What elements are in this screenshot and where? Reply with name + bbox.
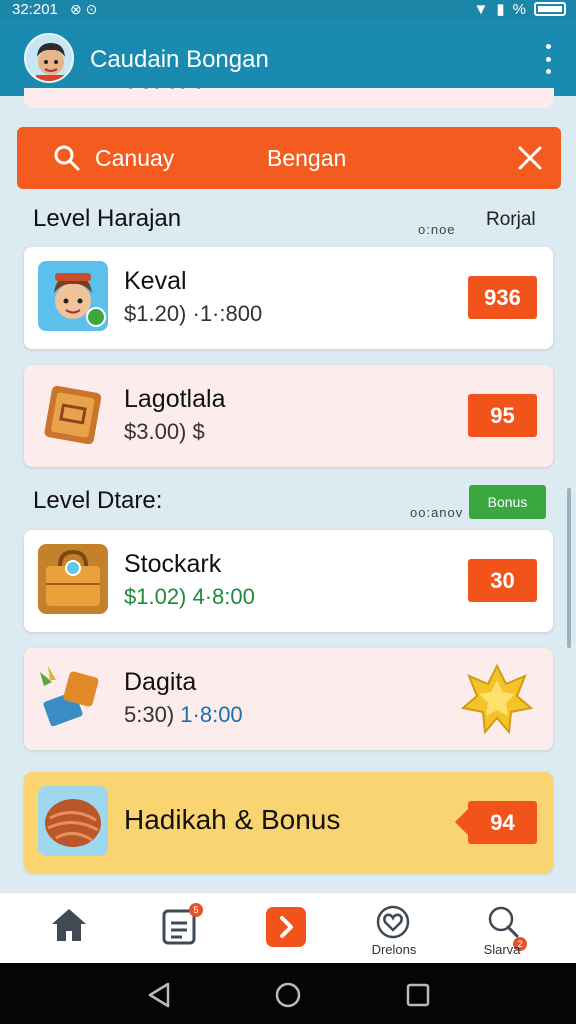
avatar-face-icon bbox=[36, 43, 66, 81]
search-query-secondary[interactable]: Bengan bbox=[267, 145, 346, 172]
item-subtitle: $3.00) $ bbox=[124, 419, 205, 444]
section-title: Level Harajan bbox=[33, 205, 182, 232]
play-icon bbox=[266, 907, 306, 947]
gold-star-icon[interactable] bbox=[461, 662, 533, 734]
status-time: 32:201 bbox=[12, 1, 58, 18]
search-bar[interactable]: Canuay Bengan bbox=[17, 127, 561, 189]
item-subtitle-time: 5:30) bbox=[124, 702, 175, 727]
more-options-icon[interactable] bbox=[540, 44, 556, 74]
bottom-nav: 5 Drelons 2 Slarva bbox=[0, 892, 576, 963]
scrollbar[interactable] bbox=[567, 488, 571, 648]
nav-play[interactable] bbox=[248, 893, 328, 964]
item-name: Hadikah & Bonus bbox=[124, 804, 341, 835]
nav-home[interactable] bbox=[30, 893, 110, 964]
partial-card: ~ ~~ ~~ ~ bbox=[24, 88, 554, 108]
boy-avatar-icon bbox=[38, 261, 108, 331]
section-action[interactable]: Rorjal bbox=[486, 209, 536, 231]
nav-list[interactable]: 5 bbox=[140, 893, 220, 964]
item-subtitle-range: 1·8:00 bbox=[180, 702, 243, 727]
item-name: Stockark bbox=[124, 550, 222, 578]
search-icon bbox=[54, 145, 80, 171]
list-item[interactable]: Keval $1.20) ·1·:800 936 bbox=[24, 247, 553, 349]
bonus-badge[interactable]: Bonus bbox=[469, 485, 546, 519]
app-bar: Caudain Bongan bbox=[0, 20, 576, 96]
search-icon bbox=[488, 906, 519, 938]
nav-search[interactable]: 2 Slarva bbox=[462, 893, 542, 964]
bonus-card[interactable]: Hadikah & Bonus 94 bbox=[24, 772, 553, 873]
nav-search-label: Slarva bbox=[483, 942, 521, 957]
item-subtitle: 5:30) 1·8:00 bbox=[124, 702, 243, 728]
item-name: Dagita bbox=[124, 668, 197, 696]
status-notification-icons: ⊗ ⊙ bbox=[70, 1, 98, 17]
status-right: ▼ ▮ % bbox=[474, 0, 566, 18]
app-title: Caudain Bongan bbox=[90, 46, 269, 73]
back-icon[interactable] bbox=[147, 982, 171, 1008]
price-button[interactable]: 30 bbox=[468, 559, 537, 602]
status-bar: 32:201 ⊗ ⊙ ▼ ▮ % bbox=[0, 0, 576, 20]
home-circle-icon[interactable] bbox=[275, 982, 301, 1008]
battery-percent: % bbox=[512, 0, 526, 18]
wifi-icon: ▼ bbox=[473, 0, 489, 18]
item-name: Keval bbox=[124, 267, 187, 295]
avatar[interactable] bbox=[24, 33, 74, 83]
partial-card-text: ~ ~~ ~~ ~ bbox=[124, 88, 203, 97]
signal-icon: ▮ bbox=[496, 1, 505, 18]
heart-icon bbox=[376, 905, 410, 939]
game-items-icon bbox=[38, 662, 108, 732]
battery-icon bbox=[534, 2, 566, 16]
item-subtitle: $1.02) 4·8:00 bbox=[124, 584, 255, 609]
system-nav-bar bbox=[0, 963, 576, 1024]
search-query[interactable]: Canuay bbox=[95, 145, 174, 172]
section-meta: o:noe bbox=[418, 222, 456, 237]
notification-badge: 5 bbox=[189, 903, 203, 917]
book-icon bbox=[38, 379, 108, 449]
nav-favorites[interactable]: Drelons bbox=[354, 893, 434, 964]
item-name: Lagotlala bbox=[124, 385, 226, 413]
home-icon bbox=[52, 909, 86, 941]
recents-icon[interactable] bbox=[406, 983, 430, 1007]
list-item[interactable]: Lagotlala $3.00) $ 95 bbox=[24, 365, 553, 467]
nav-favorites-label: Drelons bbox=[371, 942, 417, 957]
list-item[interactable]: Dagita 5:30) 1·8:00 bbox=[24, 648, 553, 750]
cookie-icon bbox=[38, 786, 108, 856]
section-title: Level Dtare: bbox=[33, 487, 163, 514]
close-icon[interactable] bbox=[515, 143, 545, 173]
price-button[interactable]: 95 bbox=[468, 394, 537, 437]
price-button[interactable]: 936 bbox=[468, 276, 537, 319]
item-subtitle: $1.20) ·1·:800 bbox=[124, 301, 263, 326]
price-button[interactable]: 94 bbox=[455, 801, 537, 844]
section-meta: oo:anov bbox=[410, 505, 464, 520]
list-item[interactable]: Stockark $1.02) 4·8:00 30 bbox=[24, 530, 553, 632]
treasure-chest-icon bbox=[38, 544, 108, 614]
